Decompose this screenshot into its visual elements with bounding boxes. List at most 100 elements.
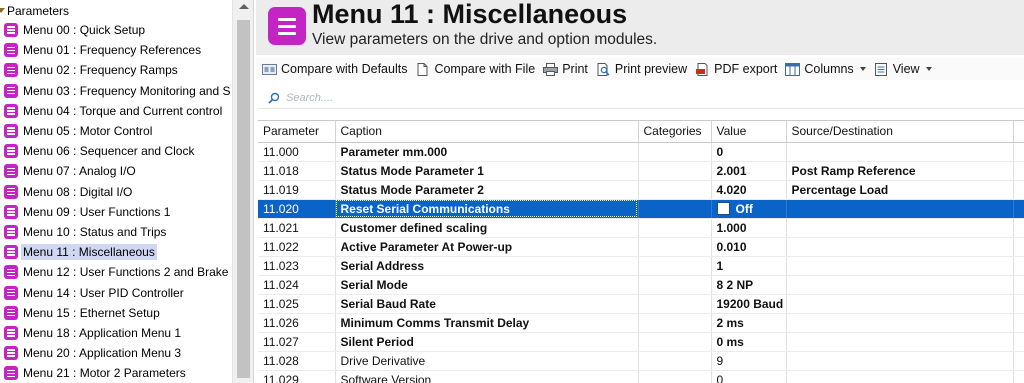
- cell-parameter[interactable]: 11.028: [258, 351, 336, 371]
- print-preview-button[interactable]: Print preview: [596, 62, 687, 76]
- compare-defaults-button[interactable]: Compare with Defaults: [262, 62, 407, 76]
- cell-source[interactable]: [786, 199, 1014, 219]
- column-header-caption[interactable]: Caption: [335, 121, 639, 143]
- scrollbar-thumb[interactable]: [237, 20, 250, 378]
- cell-source[interactable]: [786, 142, 1014, 162]
- cell-caption[interactable]: Serial Mode: [335, 275, 639, 295]
- cell-categories[interactable]: [638, 294, 712, 314]
- table-row[interactable]: 11.024 Serial Mode 8 2 NP: [258, 275, 1024, 295]
- table-row[interactable]: 11.021 Customer defined scaling 1.000: [258, 218, 1024, 238]
- cell-source[interactable]: [786, 218, 1014, 238]
- cell-source[interactable]: [786, 370, 1014, 383]
- cell-source[interactable]: Post Ramp Reference: [786, 161, 1014, 181]
- tree-scrollbar[interactable]: [232, 0, 253, 383]
- cell-parameter[interactable]: 11.022: [258, 237, 336, 257]
- tree-item-menu[interactable]: Menu 14 : User PID Controller: [0, 282, 232, 302]
- tree-item-menu[interactable]: Menu 12 : User Functions 2 and Brake C: [0, 262, 232, 282]
- cell-value[interactable]: 0: [711, 370, 787, 383]
- cell-value[interactable]: 8 2 NP: [711, 275, 787, 295]
- tree-item-menu[interactable]: Menu 09 : User Functions 1: [0, 202, 232, 222]
- cell-categories[interactable]: [638, 218, 712, 238]
- cell-categories[interactable]: [638, 313, 712, 333]
- tree-item-menu[interactable]: Menu 15 : Ethernet Setup: [0, 303, 232, 323]
- scroll-up-icon[interactable]: [239, 4, 249, 9]
- cell-caption[interactable]: Status Mode Parameter 1: [335, 161, 639, 181]
- expand-caret-icon[interactable]: [0, 8, 5, 13]
- table-row[interactable]: 11.022 Active Parameter At Power-up 0.010: [258, 237, 1024, 257]
- cell-value[interactable]: 2 ms: [711, 313, 787, 333]
- cell-categories[interactable]: [638, 199, 712, 219]
- cell-value[interactable]: 2.001: [711, 161, 787, 181]
- cell-parameter[interactable]: 11.020: [258, 199, 336, 219]
- tree-item-menu[interactable]: Menu 02 : Frequency Ramps: [0, 60, 232, 80]
- cell-caption[interactable]: Silent Period: [335, 332, 639, 352]
- cell-caption[interactable]: Serial Address: [335, 256, 639, 276]
- cell-parameter[interactable]: 11.018: [258, 161, 336, 181]
- cell-parameter[interactable]: 11.026: [258, 313, 336, 333]
- table-row[interactable]: 11.019 Status Mode Parameter 2 4.020 Percen…: [258, 180, 1024, 200]
- view-dropdown[interactable]: View: [874, 62, 932, 76]
- cell-parameter[interactable]: 11.025: [258, 294, 336, 314]
- table-row[interactable]: 11.000 Parameter mm.000 0: [258, 142, 1024, 162]
- cell-categories[interactable]: [638, 142, 712, 162]
- cell-caption[interactable]: Reset Serial Communications: [335, 199, 639, 219]
- search-bar[interactable]: Search....: [258, 87, 1024, 109]
- cell-parameter[interactable]: 11.023: [258, 256, 336, 276]
- table-row[interactable]: 11.028 Drive Derivative 9: [258, 351, 1024, 371]
- cell-value[interactable]: Off: [711, 199, 787, 219]
- cell-value[interactable]: 1.000: [711, 218, 787, 238]
- cell-source[interactable]: Percentage Load: [786, 180, 1014, 200]
- table-row[interactable]: 11.020 Reset Serial Communications Off: [258, 199, 1024, 219]
- cell-caption[interactable]: Drive Derivative: [335, 351, 639, 371]
- cell-source[interactable]: [786, 294, 1014, 314]
- pdf-export-button[interactable]: PDF export: [695, 62, 777, 76]
- columns-dropdown[interactable]: Columns: [785, 62, 866, 76]
- table-row[interactable]: 11.023 Serial Address 1: [258, 256, 1024, 276]
- tree-item-menu[interactable]: Menu 07 : Analog I/O: [0, 161, 232, 181]
- cell-caption[interactable]: Parameter mm.000: [335, 142, 639, 162]
- cell-source[interactable]: [786, 237, 1014, 257]
- cell-categories[interactable]: [638, 275, 712, 295]
- tree-item-menu[interactable]: Menu 08 : Digital I/O: [0, 182, 232, 202]
- tree-root-parameters[interactable]: Parameters: [0, 1, 69, 20]
- off-checkbox[interactable]: [716, 201, 730, 215]
- tree-item-menu[interactable]: Menu 10 : Status and Trips: [0, 222, 232, 242]
- cell-caption[interactable]: Minimum Comms Transmit Delay: [335, 313, 639, 333]
- cell-caption[interactable]: Active Parameter At Power-up: [335, 237, 639, 257]
- tree-item-menu[interactable]: Menu 18 : Application Menu 1: [0, 323, 232, 343]
- table-row[interactable]: 11.025 Serial Baud Rate 19200 Baud: [258, 294, 1024, 314]
- cell-parameter[interactable]: 11.019: [258, 180, 336, 200]
- table-row[interactable]: 11.026 Minimum Comms Transmit Delay 2 ms: [258, 313, 1024, 333]
- search-input[interactable]: Search....: [286, 92, 333, 104]
- table-row[interactable]: 11.029 Software Version 0: [258, 370, 1024, 383]
- cell-source[interactable]: [786, 275, 1014, 295]
- tree-item-menu[interactable]: Menu 03 : Frequency Monitoring and S: [0, 81, 232, 101]
- tree-item-menu[interactable]: Menu 00 : Quick Setup: [0, 20, 232, 40]
- cell-parameter[interactable]: 11.021: [258, 218, 336, 238]
- cell-source[interactable]: [786, 256, 1014, 276]
- column-header-parameter[interactable]: Parameter: [258, 121, 336, 143]
- cell-parameter[interactable]: 11.027: [258, 332, 336, 352]
- cell-value[interactable]: 1: [711, 256, 787, 276]
- column-header-value[interactable]: Value: [711, 121, 787, 143]
- table-row[interactable]: 11.027 Silent Period 0 ms: [258, 332, 1024, 352]
- cell-caption[interactable]: Status Mode Parameter 2: [335, 180, 639, 200]
- cell-caption[interactable]: Software Version: [335, 370, 639, 383]
- cell-categories[interactable]: [638, 180, 712, 200]
- cell-source[interactable]: [786, 313, 1014, 333]
- print-button[interactable]: Print: [543, 62, 588, 76]
- tree-item-menu[interactable]: Menu 20 : Application Menu 3: [0, 343, 232, 363]
- cell-caption[interactable]: Serial Baud Rate: [335, 294, 639, 314]
- column-header-categories[interactable]: Categories: [638, 121, 712, 143]
- cell-categories[interactable]: [638, 332, 712, 352]
- tree-item-menu[interactable]: Menu 01 : Frequency References: [0, 40, 232, 60]
- table-row[interactable]: 11.018 Status Mode Parameter 1 2.001 Post R…: [258, 161, 1024, 181]
- cell-source[interactable]: [786, 332, 1014, 352]
- cell-caption[interactable]: Customer defined scaling: [335, 218, 639, 238]
- tree-item-menu[interactable]: Menu 06 : Sequencer and Clock: [0, 141, 232, 161]
- cell-value[interactable]: 4.020: [711, 180, 787, 200]
- cell-parameter[interactable]: 11.024: [258, 275, 336, 295]
- cell-categories[interactable]: [638, 161, 712, 181]
- tree-item-menu[interactable]: Menu 11 : Miscellaneous: [0, 242, 232, 262]
- cell-categories[interactable]: [638, 370, 712, 383]
